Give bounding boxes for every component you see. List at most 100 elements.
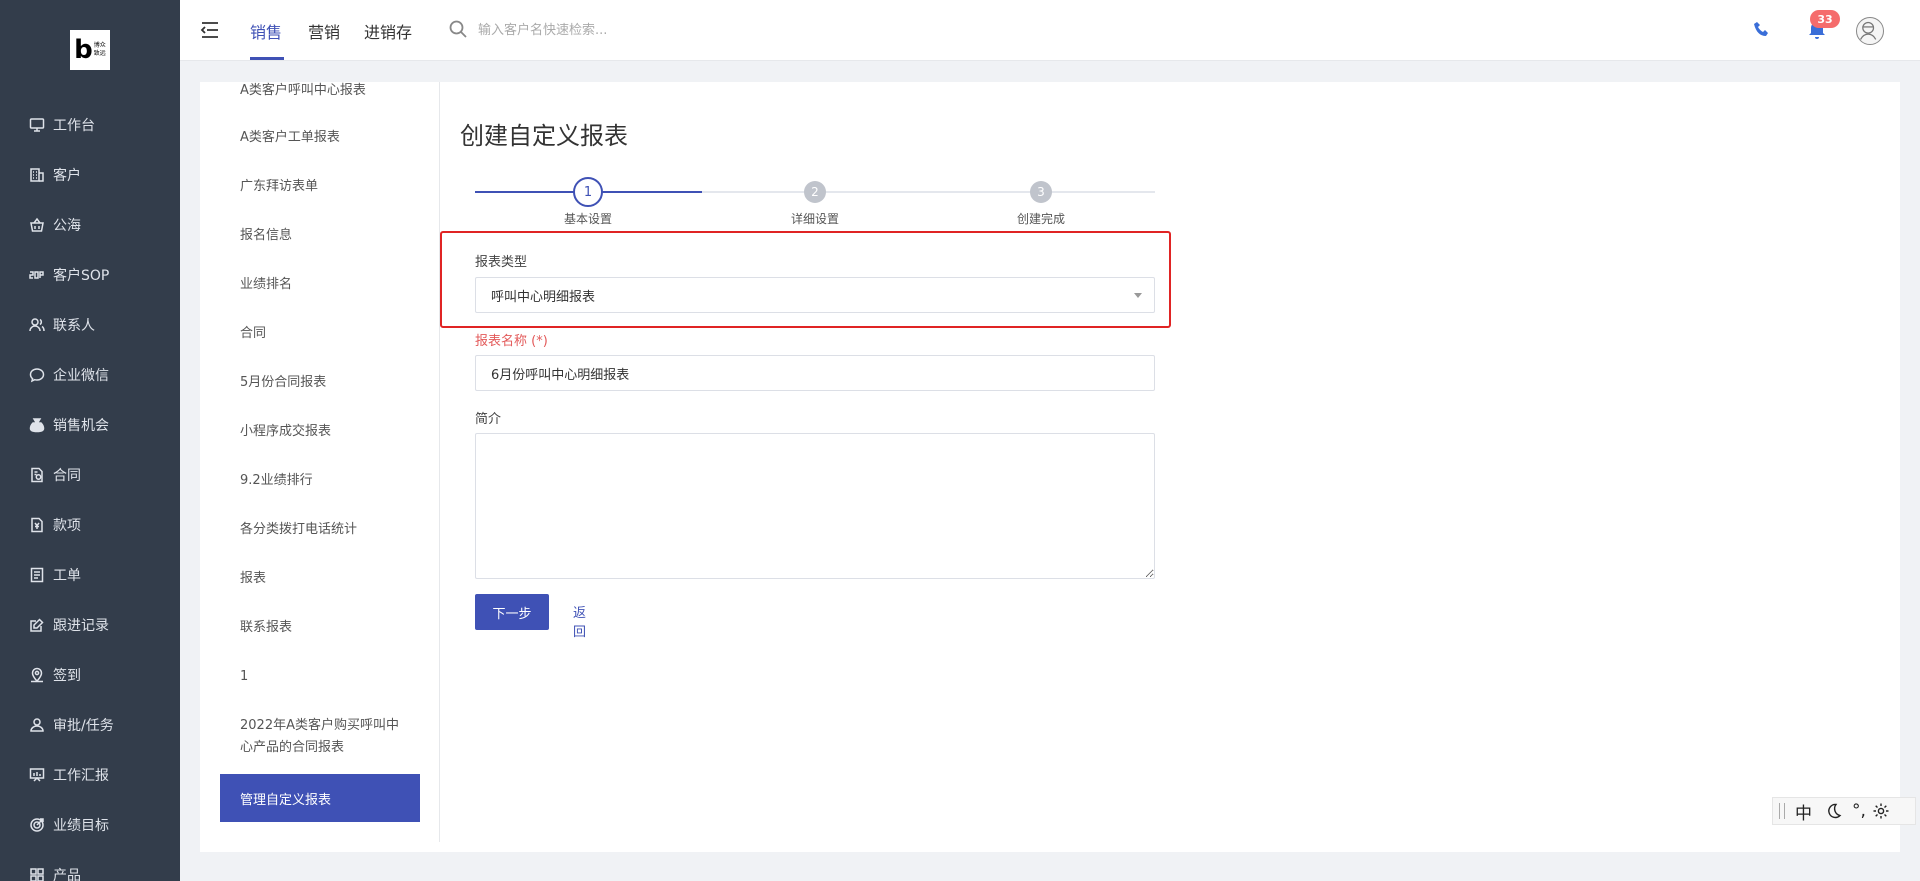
top-bar: 销售 营销 进销存 33: [180, 0, 1920, 61]
sidebar-nav: 工作台 客户 公海 客户SOP 联系人 企业微信 销售机会 合同 款项 工单 跟…: [0, 100, 180, 881]
ime-mode-toggle[interactable]: 中: [1795, 799, 1812, 824]
logo-text-line2: 致远: [93, 50, 106, 57]
search-icon: [449, 20, 467, 38]
contract-icon: [28, 466, 46, 484]
active-tab-indicator: [250, 57, 284, 60]
list-item[interactable]: A类客户呼叫中心报表: [240, 82, 410, 102]
sidebar-item-tickets[interactable]: 工单: [0, 550, 180, 600]
report-type-label: 报表类型: [475, 255, 528, 270]
report-type-value: 呼叫中心明细报表: [491, 289, 596, 305]
sidebar-item-contacts[interactable]: 联系人: [0, 300, 180, 350]
sidebar-item-contracts[interactable]: 合同: [0, 450, 180, 500]
list-item[interactable]: 广东拜访表单: [240, 176, 410, 198]
sidebar-item-approvals[interactable]: 审批/任务: [0, 700, 180, 750]
sidebar-item-label: 公海: [53, 218, 81, 234]
report-list: A类客户呼叫中心报表 A类客户工单报表 广东拜访表单 报名信息 业绩排名 合同 …: [200, 82, 440, 842]
gear-icon[interactable]: [1872, 802, 1890, 820]
report-type-select[interactable]: 呼叫中心明细报表: [475, 277, 1155, 313]
caret-down-icon: [1134, 293, 1142, 298]
list-item[interactable]: A类客户工单报表: [240, 127, 410, 149]
approval-icon: [28, 716, 46, 734]
ime-punctuation-toggle[interactable]: °,: [1852, 801, 1866, 821]
list-item[interactable]: 业绩排名: [240, 274, 410, 296]
sidebar-item-label: 工作汇报: [53, 768, 109, 784]
sidebar-item-followups[interactable]: 跟进记录: [0, 600, 180, 650]
list-item[interactable]: 报名信息: [240, 225, 410, 247]
list-item[interactable]: 报表: [240, 568, 410, 590]
description-textarea[interactable]: [475, 433, 1155, 579]
step-1-label: 基本设置: [563, 212, 613, 226]
ime-toolbar: 中 °,: [1772, 797, 1916, 825]
sidebar-item-label: 联系人: [53, 318, 95, 334]
tab-marketing[interactable]: 营销: [308, 19, 340, 43]
sidebar-item-label: 企业微信: [53, 368, 109, 384]
sidebar-item-label: 审批/任务: [53, 718, 114, 734]
list-item-manage-custom-reports[interactable]: 管理自定义报表: [220, 774, 420, 822]
basket-icon: [28, 216, 46, 234]
sidebar-item-label: 跟进记录: [53, 618, 109, 634]
sidebar-item-wecom[interactable]: 企业微信: [0, 350, 180, 400]
sidebar-item-customers[interactable]: 客户: [0, 150, 180, 200]
step-1-circle: 1: [573, 177, 603, 207]
customer-search-input[interactable]: [478, 19, 778, 41]
tab-sales[interactable]: 销售: [250, 19, 282, 43]
product-icon: [28, 866, 46, 881]
sidebar-item-label: 签到: [53, 668, 81, 684]
logo-text-line1: 博众: [93, 42, 106, 49]
notification-badge: 33: [1810, 10, 1840, 28]
list-item[interactable]: 小程序成交报表: [240, 421, 410, 443]
avatar-icon: [1860, 21, 1877, 40]
step-3-circle: 3: [1030, 181, 1052, 203]
sidebar-item-label: 工单: [53, 568, 81, 584]
main-panel: A类客户呼叫中心报表 A类客户工单报表 广东拜访表单 报名信息 业绩排名 合同 …: [200, 82, 1900, 852]
monitor-icon: [28, 116, 46, 134]
list-item[interactable]: 9.2业绩排行: [240, 470, 410, 492]
sidebar-item-payments[interactable]: 款项: [0, 500, 180, 550]
list-item[interactable]: 合同: [240, 323, 410, 345]
sidebar-item-label: 产品: [53, 868, 81, 881]
step-2-label: 详细设置: [790, 212, 840, 226]
edit-icon: [28, 616, 46, 634]
back-link[interactable]: 返回: [573, 602, 586, 640]
building-icon: [28, 166, 46, 184]
sidebar-item-products[interactable]: 产品: [0, 850, 180, 881]
step-3-label: 创建完成: [1016, 212, 1066, 226]
page-title: 创建自定义报表: [460, 122, 628, 150]
logo[interactable]: b 博众 致远: [70, 30, 110, 70]
list-item[interactable]: 联系报表: [240, 617, 410, 639]
report-name-input[interactable]: [475, 355, 1155, 391]
next-step-button[interactable]: 下一步: [475, 594, 549, 630]
sidebar-item-customer-sop[interactable]: 客户SOP: [0, 250, 180, 300]
sop-icon: [28, 266, 46, 284]
sidebar-item-label: 销售机会: [53, 418, 109, 434]
sidebar-item-public-pool[interactable]: 公海: [0, 200, 180, 250]
user-avatar[interactable]: [1856, 17, 1884, 45]
sidebar-item-checkin[interactable]: 签到: [0, 650, 180, 700]
sidebar-item-label: 合同: [53, 468, 81, 484]
sidebar-item-targets[interactable]: 业绩目标: [0, 800, 180, 850]
report-name-label: 报表名称 (*): [475, 334, 548, 349]
list-item[interactable]: 1: [240, 666, 410, 688]
step-2-circle: 2: [804, 181, 826, 203]
sidebar-item-work-reports[interactable]: 工作汇报: [0, 750, 180, 800]
moneybag-icon: [28, 416, 46, 434]
sidebar-item-opportunities[interactable]: 销售机会: [0, 400, 180, 450]
target-icon: [28, 816, 46, 834]
description-label: 简介: [475, 412, 502, 427]
list-item[interactable]: 5月份合同报表: [240, 372, 410, 394]
menu-collapse-icon[interactable]: [198, 20, 220, 40]
list-item[interactable]: 各分类拨打电话统计: [240, 519, 410, 541]
ticket-icon: [28, 566, 46, 584]
phone-icon[interactable]: [1752, 20, 1772, 40]
sidebar: b 博众 致远 工作台 客户 公海 客户SOP 联系人 企业微信 销售机会 合同…: [0, 0, 180, 881]
list-item[interactable]: 2022年A类客户购买呼叫中心产品的合同报表: [240, 715, 410, 759]
tab-inventory[interactable]: 进销存: [364, 19, 412, 43]
sidebar-item-label: 款项: [53, 518, 81, 534]
report-icon: [28, 766, 46, 784]
ime-drag-handle[interactable]: [1779, 803, 1785, 819]
sidebar-item-label: 客户: [53, 168, 81, 184]
sidebar-item-label: 客户SOP: [53, 268, 110, 284]
sidebar-item-workbench[interactable]: 工作台: [0, 100, 180, 150]
moon-icon[interactable]: [1824, 802, 1842, 820]
wechat-icon: [28, 366, 46, 384]
